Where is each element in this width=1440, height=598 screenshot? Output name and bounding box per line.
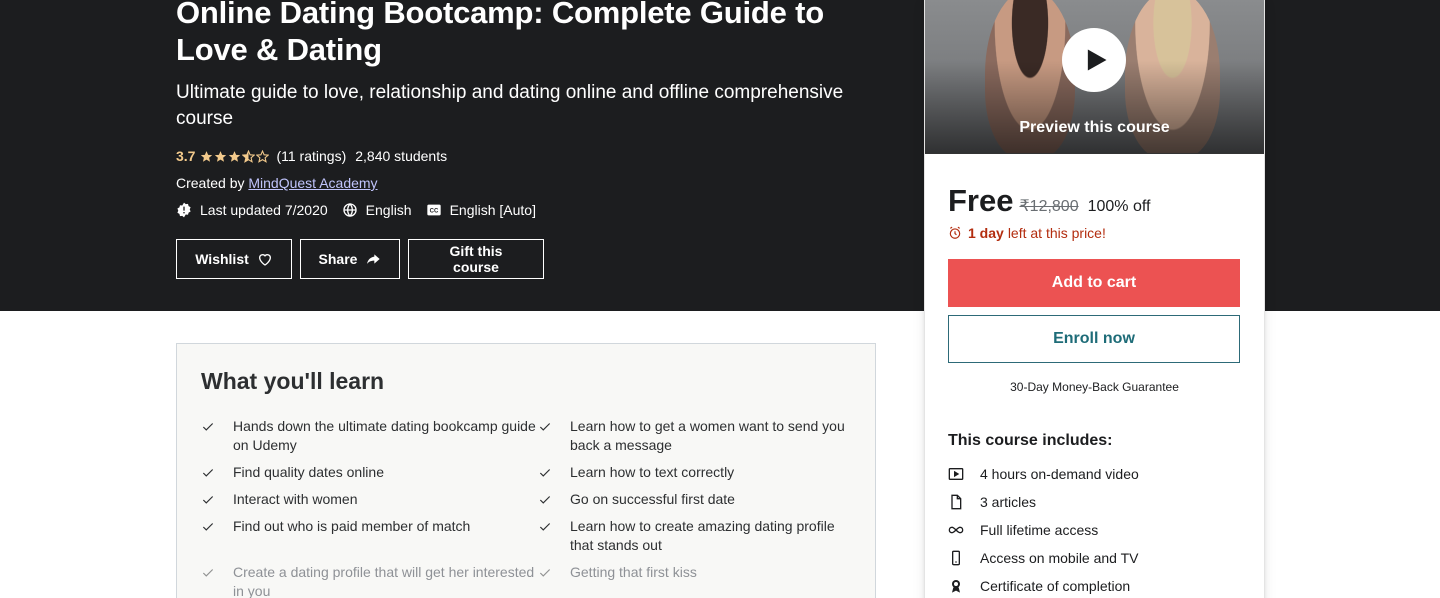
learn-title: What you'll learn — [201, 368, 385, 394]
gift-course-button[interactable]: Gift this course — [408, 239, 544, 279]
heart-icon — [258, 254, 271, 266]
include-item: 4 hours on-demand video — [948, 460, 1241, 488]
wishlist-button[interactable]: Wishlist — [176, 239, 292, 279]
include-item: Access on mobile and TV — [948, 544, 1241, 572]
check-icon — [202, 523, 214, 531]
star-half-icon — [242, 149, 256, 163]
language: English — [342, 202, 412, 218]
learn-item: Learn how to text correctly — [538, 463, 853, 482]
last-updated: Last updated 7/2020 — [176, 202, 328, 218]
check-icon — [539, 569, 551, 577]
learn-item: Go on successful first date — [538, 490, 853, 509]
rating-number: 3.7 — [176, 148, 196, 164]
enroll-now-button[interactable]: Enroll now — [948, 315, 1240, 363]
learn-item: Learn how to create amazing dating profi… — [538, 517, 853, 555]
author-link[interactable]: MindQuest Academy — [248, 175, 377, 191]
play-icon — [1087, 49, 1107, 71]
current-price: Free — [948, 183, 1014, 218]
preview-label: Preview this course — [1019, 119, 1170, 136]
closed-captions-icon: CC — [426, 204, 441, 216]
certificate-icon — [952, 580, 960, 593]
star-empty-icon — [256, 149, 270, 163]
ratings-count-link[interactable]: (11 ratings) — [276, 148, 346, 164]
learn-item: Interact with women — [201, 490, 538, 509]
file-icon — [951, 494, 962, 510]
purchase-sidebar: Preview this course Free ₹12,800 100% of… — [924, 0, 1265, 598]
discount-label: 100% off — [1087, 198, 1151, 215]
infinity-icon — [948, 526, 964, 534]
learn-item: Find quality dates online — [201, 463, 538, 482]
check-icon — [539, 496, 551, 504]
rating-row: 3.7 (11 ratings) 2,840 students — [176, 148, 447, 164]
learn-item: Hands down the ultimate dating bookcamp … — [201, 417, 538, 455]
captions: CC English [Auto] — [426, 202, 536, 218]
includes-list: 4 hours on-demand video 3 articles Full … — [948, 460, 1241, 598]
svg-text:CC: CC — [429, 209, 438, 215]
learn-item: Create a dating profile that will get he… — [201, 563, 538, 598]
globe-icon — [343, 202, 357, 218]
course-preview[interactable]: Preview this course — [925, 0, 1264, 154]
share-button[interactable]: Share — [300, 239, 400, 279]
course-subtitle: Ultimate guide to love, relationship and… — [176, 82, 844, 129]
money-back-guarantee: 30-Day Money-Back Guarantee — [1010, 380, 1179, 394]
mobile-icon — [952, 550, 960, 566]
pricing-panel: Free ₹12,800 100% off 1 day left at this… — [948, 183, 1241, 598]
learn-list: Hands down the ultimate dating bookcamp … — [201, 417, 853, 598]
star-full-icon — [215, 150, 227, 162]
check-icon — [202, 496, 214, 504]
course-title: Online Dating Bootcamp: Complete Guide t… — [176, 0, 824, 67]
learn-item: Getting that first kiss — [538, 563, 853, 598]
price-timer: 1 day left at this price! — [948, 225, 1241, 241]
share-arrow-icon — [367, 254, 381, 264]
rating-stars — [200, 149, 270, 163]
includes-title: This course includes: — [948, 432, 1113, 449]
check-icon — [202, 569, 214, 577]
what-you-will-learn: What you'll learn Hands down the ultimat… — [176, 343, 876, 598]
check-icon — [539, 523, 551, 531]
play-button[interactable] — [1062, 28, 1126, 92]
star-full-icon — [229, 150, 241, 162]
include-item: 3 articles — [948, 488, 1241, 516]
learn-item: Learn how to get a women want to send yo… — [538, 417, 853, 455]
new-badge-icon — [177, 202, 191, 218]
price-row: Free ₹12,800 100% off — [948, 183, 1241, 219]
add-to-cart-button[interactable]: Add to cart — [948, 259, 1240, 307]
include-item: Certificate of completion — [948, 572, 1241, 598]
original-price: ₹12,800 — [1019, 198, 1079, 215]
star-full-icon — [201, 150, 213, 162]
created-by-label: Created by — [176, 175, 245, 191]
alarm-clock-icon — [949, 226, 961, 239]
learn-item: Find out who is paid member of match — [201, 517, 538, 555]
check-icon — [539, 469, 551, 477]
check-icon — [202, 469, 214, 477]
check-icon — [202, 423, 214, 431]
course-meta: Last updated 7/2020 English CC English [… — [176, 202, 550, 218]
video-icon — [948, 468, 964, 480]
students-count: 2,840 students — [355, 148, 448, 164]
created-by: Created by MindQuest Academy — [176, 175, 378, 191]
check-icon — [539, 423, 551, 431]
hero-actions: Wishlist Share Gift this course — [176, 239, 552, 279]
include-item: Full lifetime access — [948, 516, 1241, 544]
